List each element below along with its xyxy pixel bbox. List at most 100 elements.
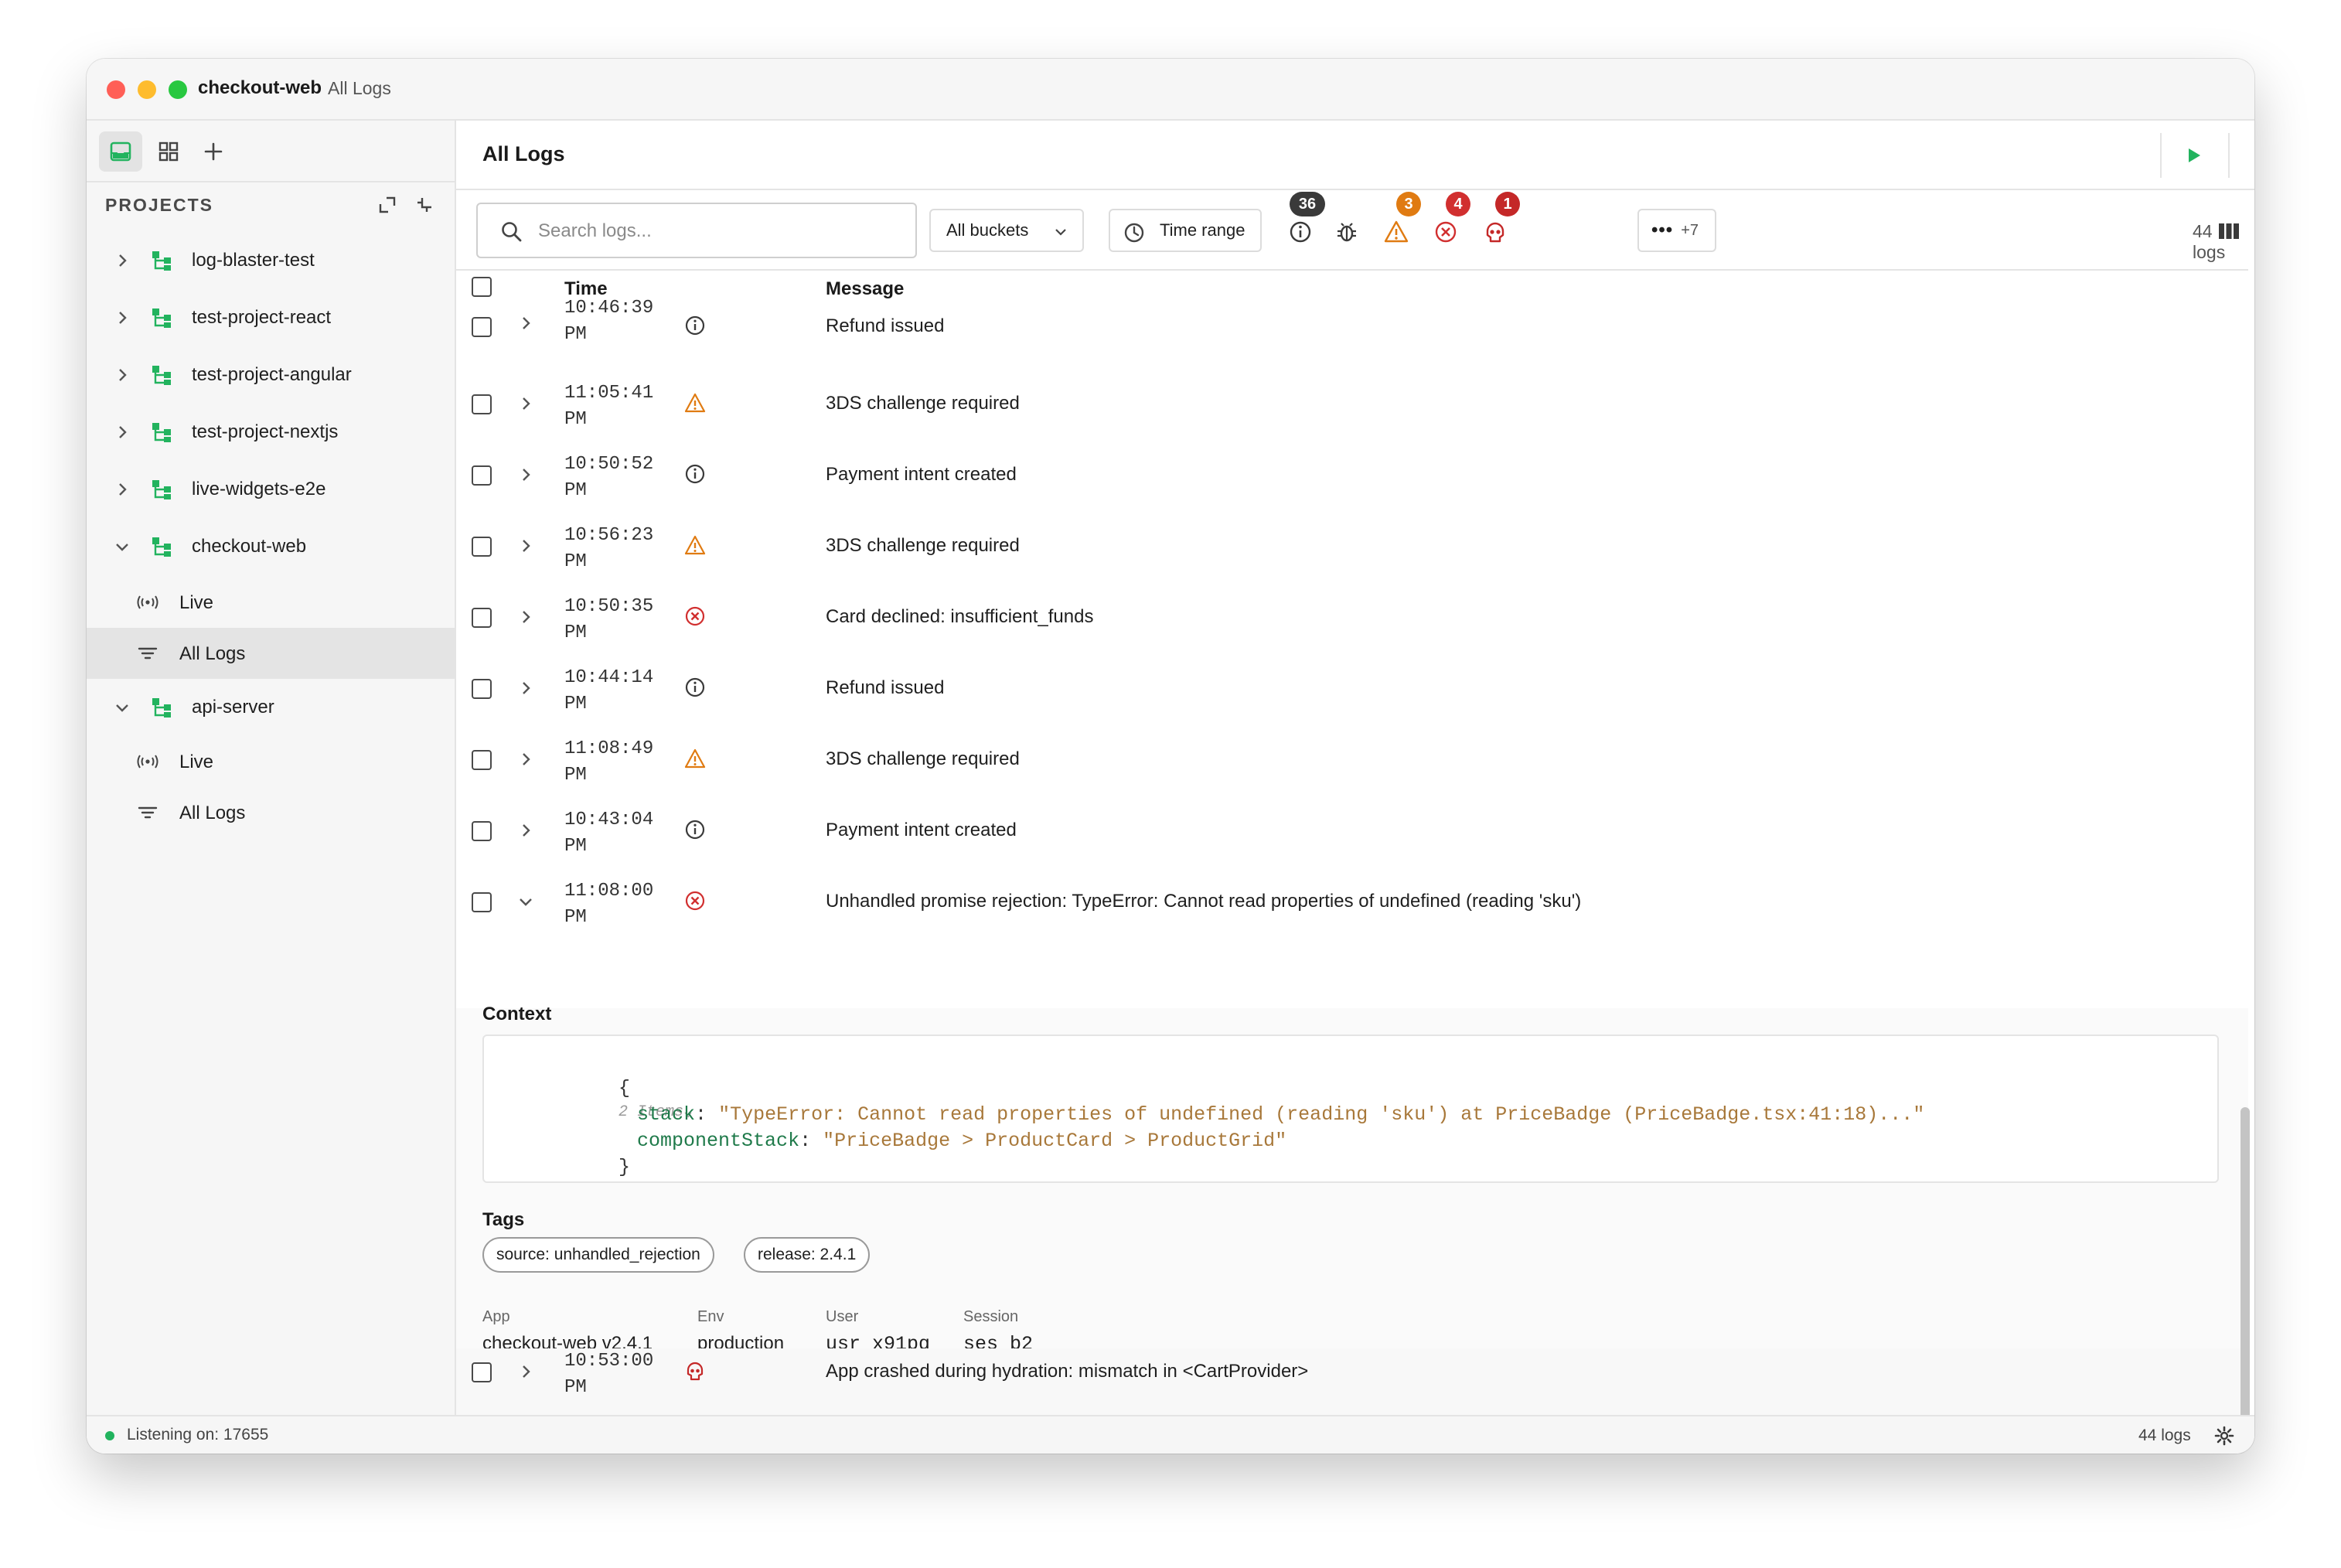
project-item-live-widgets-e2e[interactable]: live-widgets-e2e [87, 461, 455, 518]
log-row-expanded[interactable]: 11:08:00 PM Unhandled promise rejection:… [456, 878, 2248, 1008]
sidebar-item-api-server-all-logs[interactable]: All Logs [87, 787, 455, 838]
project-item-api-server[interactable]: api-server [87, 679, 455, 736]
project-item-checkout-web[interactable]: checkout-web [87, 518, 455, 575]
log-time: 10:50:35 PM [564, 596, 654, 643]
log-message: App crashed during hydration: mismatch i… [826, 1361, 1309, 1382]
log-time: 11:08:49 PM [564, 738, 654, 786]
log-row[interactable]: 10:50:52 PM Payment intent created [456, 452, 2248, 523]
vertical-scrollbar[interactable] [2240, 1107, 2250, 1454]
row-checkbox[interactable] [472, 608, 492, 628]
project-tree-icon [152, 366, 171, 385]
add-project-button[interactable] [192, 131, 235, 172]
clock-icon [1124, 223, 1144, 243]
log-row[interactable]: 10:43:04 PM Payment intent created [456, 807, 2248, 878]
context-json-viewer: { 2 Items⌄ stack: "TypeError: Cannot rea… [482, 1035, 2219, 1183]
project-item-log-blaster-test[interactable]: log-blaster-test [87, 232, 455, 289]
log-time: 10:50:52 PM [564, 454, 654, 501]
log-message: 3DS challenge required [826, 748, 1020, 769]
error-icon [685, 606, 705, 626]
expand-all-icon[interactable] [376, 193, 399, 216]
chevron-right-icon[interactable] [516, 394, 535, 413]
row-checkbox[interactable] [472, 892, 492, 912]
sidebar-item-label: All Logs [179, 803, 246, 823]
chevron-down-icon [1055, 229, 1066, 236]
project-item-test-project-nextjs[interactable]: test-project-nextjs [87, 404, 455, 461]
row-checkbox[interactable] [472, 537, 492, 557]
warning-level-filter[interactable]: 3 [1376, 190, 1421, 268]
minimize-window-button[interactable] [138, 80, 156, 99]
chevron-right-icon[interactable] [516, 1362, 535, 1381]
row-checkbox[interactable] [472, 394, 492, 414]
chevron-right-icon[interactable] [113, 308, 131, 327]
bug-icon[interactable] [1333, 218, 1361, 246]
play-icon[interactable] [2180, 142, 2206, 169]
sidebar-item-api-server-live[interactable]: Live [87, 736, 455, 787]
log-row[interactable]: 10:53:00 PM App crashed during hydration… [456, 1348, 2248, 1420]
chevron-right-icon[interactable] [113, 423, 131, 441]
chevron-right-icon[interactable] [516, 821, 535, 840]
listening-status: Listening on: 17655 [127, 1426, 269, 1444]
search-box[interactable] [476, 203, 917, 258]
divider [2160, 133, 2162, 178]
fatal-level-filter[interactable]: 1 [1475, 190, 1520, 268]
columns-icon[interactable] [2217, 221, 2240, 241]
row-checkbox[interactable] [472, 1362, 492, 1382]
info-level-filter[interactable]: 36 [1279, 190, 1325, 268]
project-tree-icon [152, 698, 171, 718]
chevron-down-icon[interactable] [113, 698, 131, 717]
tag-chip[interactable]: source: unhandled_rejection [482, 1237, 714, 1273]
sidebar-item-checkout-web-all-logs[interactable]: All Logs [87, 628, 455, 679]
chevron-right-icon[interactable] [516, 314, 535, 332]
chevron-right-icon[interactable] [113, 480, 131, 499]
chevron-down-icon[interactable] [113, 537, 131, 556]
select-all-checkbox[interactable] [472, 277, 492, 297]
log-time: 11:05:41 PM [564, 383, 654, 430]
sidebar-item-checkout-web-live[interactable]: Live [87, 577, 455, 628]
gear-icon[interactable] [2214, 1426, 2234, 1446]
chevron-right-icon[interactable] [516, 679, 535, 697]
row-checkbox[interactable] [472, 465, 492, 486]
close-window-button[interactable] [107, 80, 125, 99]
log-message: Card declined: insufficient_funds [826, 606, 1094, 627]
row-checkbox[interactable] [472, 750, 492, 770]
error-level-filter[interactable]: 4 [1426, 190, 1470, 268]
log-row[interactable]: 10:50:35 PM Card declined: insufficient_… [456, 594, 2248, 665]
tag-chip[interactable]: release: 2.4.1 [744, 1237, 871, 1273]
collapse-all-icon[interactable] [413, 193, 436, 216]
log-time: 10:56:23 PM [564, 525, 654, 572]
chevron-right-icon[interactable] [516, 537, 535, 555]
row-checkbox[interactable] [472, 679, 492, 699]
buckets-dropdown[interactable]: All buckets [929, 209, 1084, 252]
time-range-label: Time range [1160, 220, 1245, 240]
search-input[interactable] [538, 215, 901, 247]
row-checkbox[interactable] [472, 821, 492, 841]
chevron-right-icon[interactable] [113, 366, 131, 384]
sidebar-toolbar [87, 121, 455, 182]
chevron-right-icon[interactable] [516, 608, 535, 626]
chevron-down-icon[interactable] [516, 892, 535, 911]
more-filters-button[interactable]: ••• +7 [1637, 209, 1716, 252]
error-icon [1435, 221, 1457, 243]
column-header-message[interactable]: Message [826, 278, 904, 300]
log-row[interactable]: 10:46:39 PM Refund issued [456, 298, 2248, 360]
error-icon [685, 891, 705, 911]
project-item-test-project-angular[interactable]: test-project-angular [87, 346, 455, 404]
project-tree-icon [152, 537, 171, 557]
project-item-test-project-react[interactable]: test-project-react [87, 289, 455, 346]
zoom-window-button[interactable] [169, 80, 187, 99]
log-time: 10:46:39 PM [564, 298, 654, 345]
project-label: test-project-angular [192, 364, 352, 385]
log-row[interactable]: 10:44:14 PM Refund issued [456, 665, 2248, 736]
chevron-right-icon[interactable] [516, 750, 535, 769]
window-title-app: checkout-web [198, 77, 322, 98]
time-range-button[interactable]: Time range [1109, 209, 1262, 252]
log-row[interactable]: 11:08:49 PM 3DS challenge required [456, 736, 2248, 807]
grid-view-button[interactable] [147, 131, 190, 172]
chevron-right-icon[interactable] [516, 465, 535, 484]
table-header: Time Message [456, 271, 2248, 305]
log-row[interactable]: 11:05:41 PM 3DS challenge required [456, 380, 2248, 452]
row-checkbox[interactable] [472, 317, 492, 337]
chevron-right-icon[interactable] [113, 251, 131, 270]
log-row[interactable]: 10:56:23 PM 3DS challenge required [456, 523, 2248, 594]
inbox-view-button[interactable] [99, 131, 142, 172]
